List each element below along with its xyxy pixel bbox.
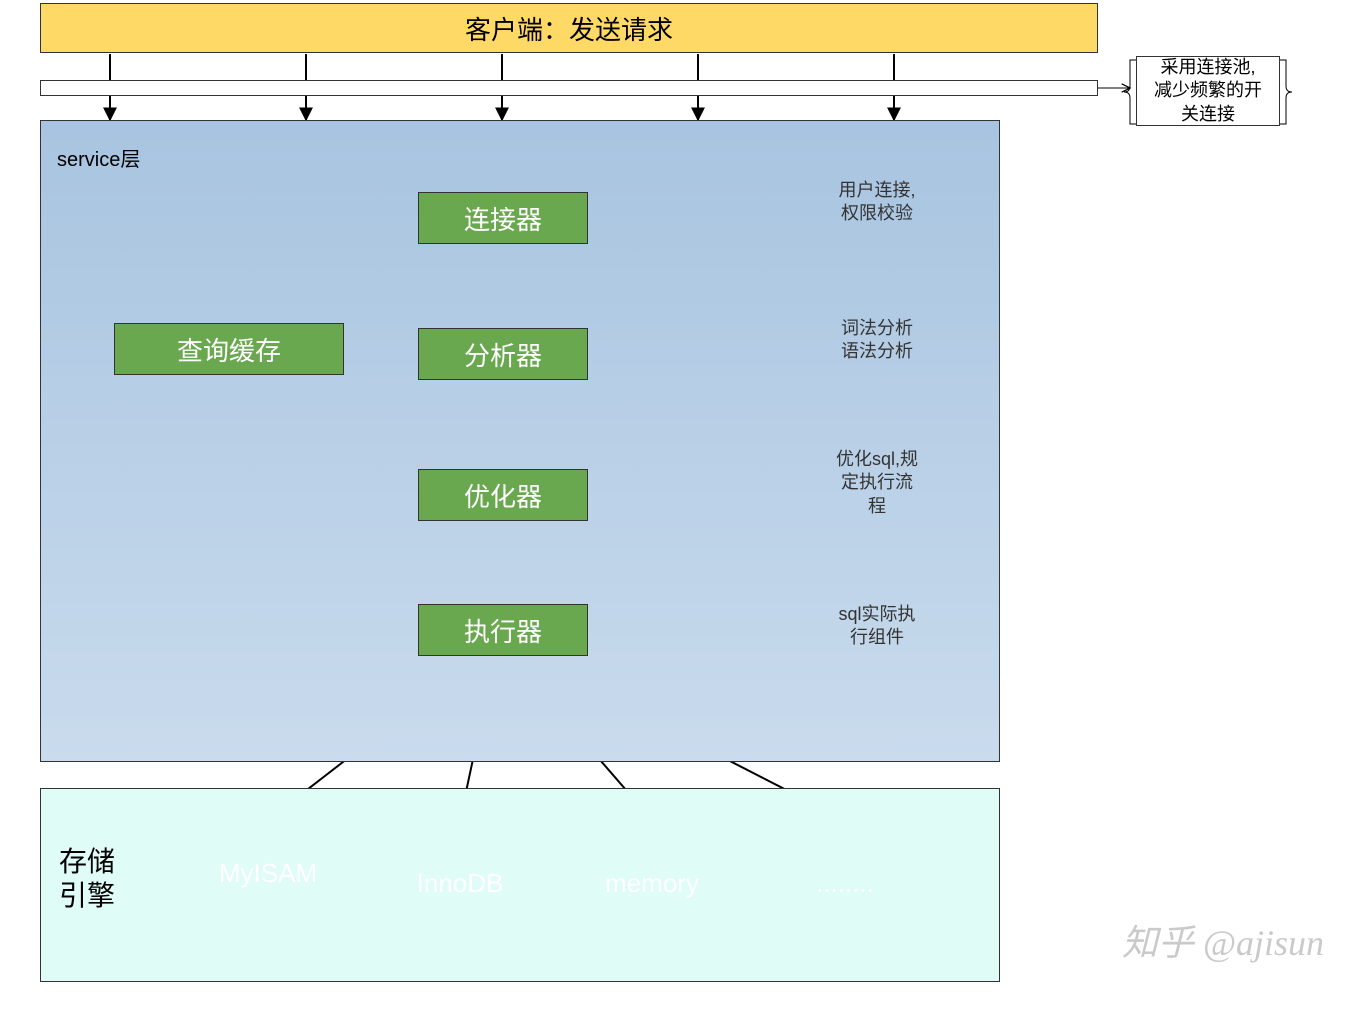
cloud-text-1: 用户连接, 权限校验: [822, 172, 932, 232]
cloud-text-3: 优化sql,规 定执行流 程: [822, 446, 932, 520]
db-other-label: ........: [775, 868, 915, 899]
service-layer-label: service层: [57, 143, 140, 172]
db-memory-label: memory: [582, 868, 722, 899]
cloud-text-4: sql实际执 行组件: [822, 596, 932, 656]
optimizer-box: 优化器: [418, 469, 588, 521]
watermark-text: 知乎 @ajisun: [1122, 914, 1324, 966]
client-box: 客户端：发送请求: [40, 3, 1098, 53]
storage-label-l2: 引擎: [59, 880, 115, 911]
analyzer-box: 分析器: [418, 328, 588, 380]
cache-box: 查询缓存: [114, 323, 344, 375]
db-myisam-label: MyISAM: [198, 858, 338, 889]
connection-bar: [40, 80, 1098, 96]
client-label: 客户端：发送请求: [465, 10, 673, 47]
db-innodb-label: InnoDB: [390, 868, 530, 899]
pool-callout: 采用连接池, 减少频繁的开 关连接: [1136, 56, 1280, 126]
storage-label-l1: 存储: [59, 846, 115, 877]
connector-box: 连接器: [418, 192, 588, 244]
executor-box: 执行器: [418, 604, 588, 656]
cloud-text-2: 词法分析 语法分析: [822, 310, 932, 370]
